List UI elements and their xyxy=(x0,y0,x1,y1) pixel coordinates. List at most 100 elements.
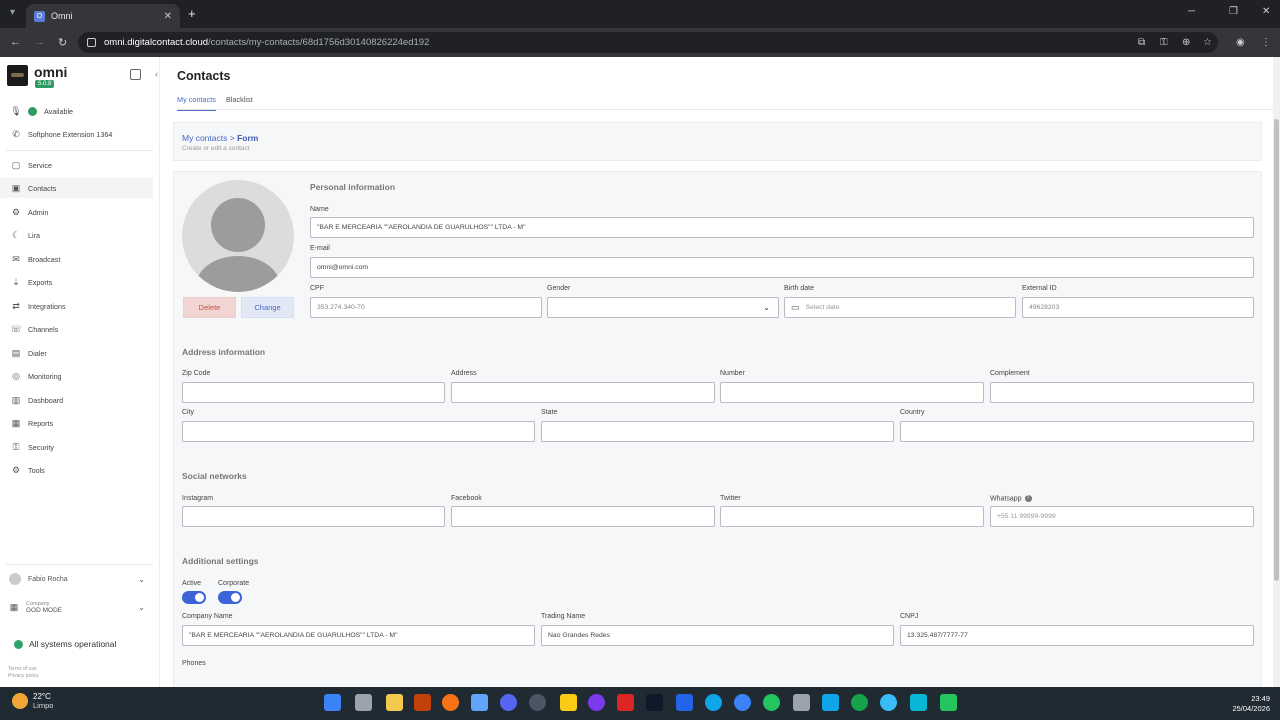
new-tab-icon[interactable]: + xyxy=(188,6,196,21)
active-label: Active xyxy=(182,580,202,587)
tab-search-icon[interactable]: ▾ xyxy=(10,7,15,18)
sticky-notes-icon[interactable] xyxy=(560,694,577,711)
browser-tab[interactable]: O Omni ✕ xyxy=(26,4,180,28)
bookmark-star-icon[interactable]: ☆ xyxy=(1203,37,1212,48)
zoom-icon[interactable]: ⊕ xyxy=(1182,37,1190,48)
sidebar-item-label: Reports xyxy=(28,418,54,428)
terms-link[interactable]: Terms of use xyxy=(8,666,37,672)
clock-app-icon[interactable] xyxy=(442,694,459,711)
cpf-field[interactable]: 353.274.340-70 xyxy=(310,297,542,318)
browser-icon[interactable] xyxy=(734,694,751,711)
sidebar-item-dashboard[interactable]: ▥ Dashboard xyxy=(0,390,153,410)
taskbar-clock[interactable]: 23:49 25/04/2026 xyxy=(1232,694,1270,714)
help-icon[interactable]: ? xyxy=(1024,495,1032,502)
softphone-extension[interactable]: ✆ Softphone Extension 1364 xyxy=(0,124,153,144)
scrollbar-thumb[interactable] xyxy=(1274,119,1279,581)
active-toggle[interactable] xyxy=(182,591,206,604)
jetbrains-icon[interactable] xyxy=(646,694,663,711)
app-icon[interactable] xyxy=(822,694,839,711)
page-scrollbar[interactable] xyxy=(1273,57,1280,687)
window-close-icon[interactable]: ✕ xyxy=(1262,6,1270,17)
brand-name: omni xyxy=(34,64,68,80)
name-label: Name xyxy=(310,206,329,213)
app-icon[interactable] xyxy=(793,694,810,711)
app-icon[interactable] xyxy=(414,694,431,711)
sidebar-item-channels[interactable]: ☏ Channels xyxy=(0,319,153,339)
sidebar-item-monitoring[interactable]: ◎ Monitoring xyxy=(0,366,153,386)
sidebar-item-contacts[interactable]: ▣ Contacts xyxy=(0,178,153,198)
cnpj-field[interactable]: 13.325.487/7777-77 xyxy=(900,625,1254,646)
address-field[interactable] xyxy=(451,382,715,403)
sidebar-item-tools[interactable]: ⚙ Tools xyxy=(0,460,153,480)
sidebar-item-broadcast[interactable]: ✉ Broadcast xyxy=(0,249,153,269)
number-field[interactable] xyxy=(720,382,984,403)
app-icon[interactable] xyxy=(940,694,957,711)
email-field[interactable]: omni@omni.com xyxy=(310,257,1254,278)
app-icon[interactable] xyxy=(851,694,868,711)
company-name-field[interactable]: "BAR E MERCEARIA ""AEROLANDIA DE GUARULH… xyxy=(182,625,535,646)
sidebar-item-admin[interactable]: ⚙ Admin xyxy=(0,202,153,222)
privacy-link[interactable]: Privacy policy xyxy=(8,673,39,679)
name-field[interactable]: "BAR E MERCEARIA ""AEROLANDIA DE GUARULH… xyxy=(310,217,1254,238)
photos-icon[interactable] xyxy=(471,694,488,711)
forward-icon[interactable]: → xyxy=(34,36,45,48)
windows-start-icon[interactable] xyxy=(324,694,341,711)
app-icon[interactable] xyxy=(617,694,634,711)
state-field[interactable] xyxy=(541,421,894,442)
facebook-field[interactable] xyxy=(451,506,715,527)
complement-field[interactable] xyxy=(990,382,1254,403)
instagram-field[interactable] xyxy=(182,506,445,527)
admin-icon: ⚙ xyxy=(11,206,21,217)
trading-name-field[interactable]: Nao Grandes Redes xyxy=(541,625,894,646)
github-icon[interactable] xyxy=(588,694,605,711)
corporate-toggle[interactable] xyxy=(218,591,242,604)
weather-widget[interactable]: 22°C Limpo xyxy=(12,692,53,710)
file-explorer-icon[interactable] xyxy=(386,694,403,711)
sidebar-item-dialer[interactable]: ▤ Dialer xyxy=(0,343,153,363)
user-menu[interactable]: Fabio Rocha ⌄ xyxy=(0,569,153,589)
whatsapp-field[interactable]: +55 11 99999-9999 xyxy=(990,506,1254,527)
sidebar-item-label: Security xyxy=(28,442,54,452)
gender-select[interactable]: ⌄ xyxy=(547,297,779,318)
minimize-icon[interactable]: ─ xyxy=(1188,6,1195,17)
vscode-icon[interactable] xyxy=(676,694,693,711)
profile-icon[interactable]: ◉ xyxy=(1236,37,1245,48)
external-id-field[interactable]: 49628203 xyxy=(1022,297,1254,318)
zip-code-field[interactable] xyxy=(182,382,445,403)
user-avatar xyxy=(9,573,21,585)
task-view-icon[interactable] xyxy=(355,694,372,711)
twitter-field[interactable] xyxy=(720,506,984,527)
sidebar-item-exports[interactable]: ⇣ Exports xyxy=(0,272,153,292)
chrome-icon[interactable] xyxy=(529,694,546,711)
sidebar-item-security[interactable]: ⚿ Security xyxy=(0,437,153,457)
reload-icon[interactable]: ↻ xyxy=(58,36,67,49)
collapse-sidebar-icon[interactable]: ‹ xyxy=(155,69,158,79)
back-icon[interactable]: ← xyxy=(10,36,21,48)
url-field[interactable]: omni.digitalcontact.cloud/contacts/my-co… xyxy=(78,32,1218,53)
password-key-icon[interactable]: ⚿ xyxy=(1160,37,1168,48)
company-selector[interactable]: ▦ Company GOD MODE ⌄ xyxy=(0,595,153,619)
birth-date-picker[interactable]: ▭ Select date xyxy=(784,297,1016,318)
breadcrumb-parent[interactable]: My contacts xyxy=(182,133,227,143)
menu-dots-icon[interactable]: ⋮ xyxy=(1261,37,1271,48)
app-icon[interactable] xyxy=(880,694,897,711)
country-field[interactable] xyxy=(900,421,1254,442)
city-field[interactable] xyxy=(182,421,535,442)
sidebar-item-reports[interactable]: ▦ Reports xyxy=(0,413,153,433)
sidebar-item-service[interactable]: ▢ Service xyxy=(0,155,153,175)
delete-photo-button[interactable]: Delete xyxy=(183,297,236,318)
sidebar-item-integrations[interactable]: ⇄ Integrations xyxy=(0,296,153,316)
discord-icon[interactable] xyxy=(500,694,517,711)
app-icon[interactable] xyxy=(910,694,927,711)
change-photo-button[interactable]: Change xyxy=(241,297,294,318)
system-status[interactable]: All systems operational xyxy=(14,639,116,649)
logout-icon[interactable] xyxy=(130,69,141,80)
site-info-icon[interactable] xyxy=(87,38,96,47)
tab-close-icon[interactable]: ✕ xyxy=(164,11,172,22)
maximize-icon[interactable]: ❐ xyxy=(1229,6,1238,17)
cast-icon[interactable]: ⧉ xyxy=(1138,37,1145,48)
availability-status[interactable]: 🎙 Available xyxy=(0,101,153,121)
sidebar-item-lira[interactable]: ☾ Lira xyxy=(0,225,153,245)
chrome-alt-icon[interactable] xyxy=(763,694,780,711)
edge-icon[interactable] xyxy=(705,694,722,711)
